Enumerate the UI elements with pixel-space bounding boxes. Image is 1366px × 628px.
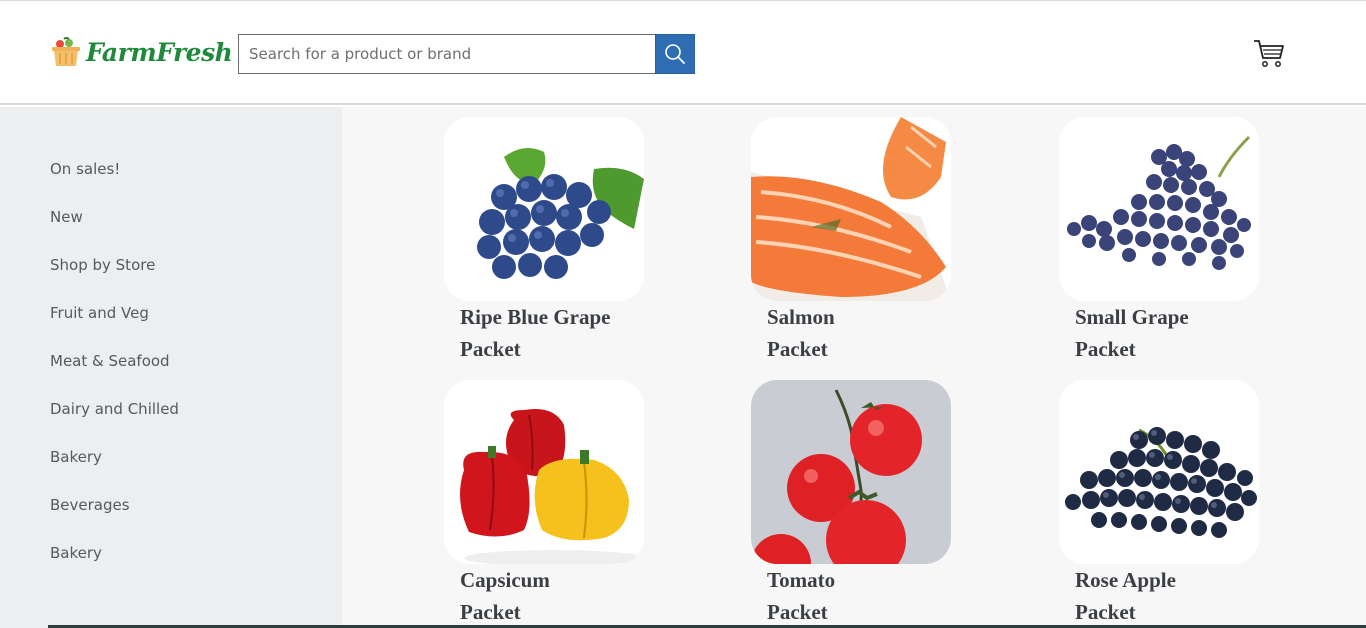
product-unit: Packet [767, 600, 828, 624]
salmon-image[interactable] [751, 117, 951, 301]
product-card[interactable]: Capsicum Packet [444, 380, 644, 628]
product-card[interactable]: Salmon Packet [751, 117, 951, 365]
basket-icon [52, 37, 80, 66]
tomatoes-image[interactable] [751, 380, 951, 564]
product-name[interactable]: Capsicum [460, 564, 644, 596]
bell-peppers-image[interactable] [444, 380, 644, 564]
product-card[interactable]: Small Grape Packet [1059, 117, 1259, 365]
site-header: FarmFresh [0, 1, 1366, 105]
product-unit: Packet [1075, 600, 1136, 624]
product-unit: Packet [1075, 337, 1136, 361]
sidebar-item-bakery-2[interactable]: Bakery [50, 543, 179, 591]
sidebar-item-beverages[interactable]: Beverages [50, 495, 179, 543]
brand-name: FarmFresh [86, 37, 233, 67]
sidebar-item-meat-seafood[interactable]: Meat & Seafood [50, 351, 179, 399]
sidebar-item-new[interactable]: New [50, 207, 179, 255]
sidebar-item-bakery[interactable]: Bakery [50, 447, 179, 495]
product-unit: Packet [767, 337, 828, 361]
sidebar-item-shop-by-store[interactable]: Shop by Store [50, 255, 179, 303]
cart-icon[interactable] [1252, 37, 1286, 69]
product-name[interactable]: Tomato [767, 564, 951, 596]
sidebar-item-on-sales[interactable]: On sales! [50, 159, 179, 207]
category-list: On sales! New Shop by Store Fruit and Ve… [50, 159, 179, 591]
product-name[interactable]: Ripe Blue Grape [460, 301, 644, 333]
product-unit: Packet [460, 600, 521, 624]
blue-grapes-image[interactable] [444, 117, 644, 301]
product-name[interactable]: Small Grape [1075, 301, 1259, 333]
category-sidebar: On sales! New Shop by Store Fruit and Ve… [0, 107, 342, 628]
product-grid: Ripe Blue Grape Packet Salmon Packet Sma… [342, 107, 1366, 628]
product-name[interactable]: Rose Apple [1075, 564, 1259, 596]
sidebar-item-fruit-and-veg[interactable]: Fruit and Veg [50, 303, 179, 351]
search-button[interactable] [655, 34, 695, 74]
dark-grapes-image[interactable] [1059, 380, 1259, 564]
sidebar-item-dairy-chilled[interactable]: Dairy and Chilled [50, 399, 179, 447]
search-input[interactable] [238, 34, 655, 74]
search-bar [238, 34, 695, 74]
grape-bunch-image[interactable] [1059, 117, 1259, 301]
product-card[interactable]: Ripe Blue Grape Packet [444, 117, 644, 365]
product-unit: Packet [460, 337, 521, 361]
brand-logo[interactable]: FarmFresh [50, 35, 233, 69]
product-card[interactable]: Rose Apple Packet [1059, 380, 1259, 628]
product-name[interactable]: Salmon [767, 301, 951, 333]
search-icon [665, 44, 685, 64]
product-card[interactable]: Tomato Packet [751, 380, 951, 628]
